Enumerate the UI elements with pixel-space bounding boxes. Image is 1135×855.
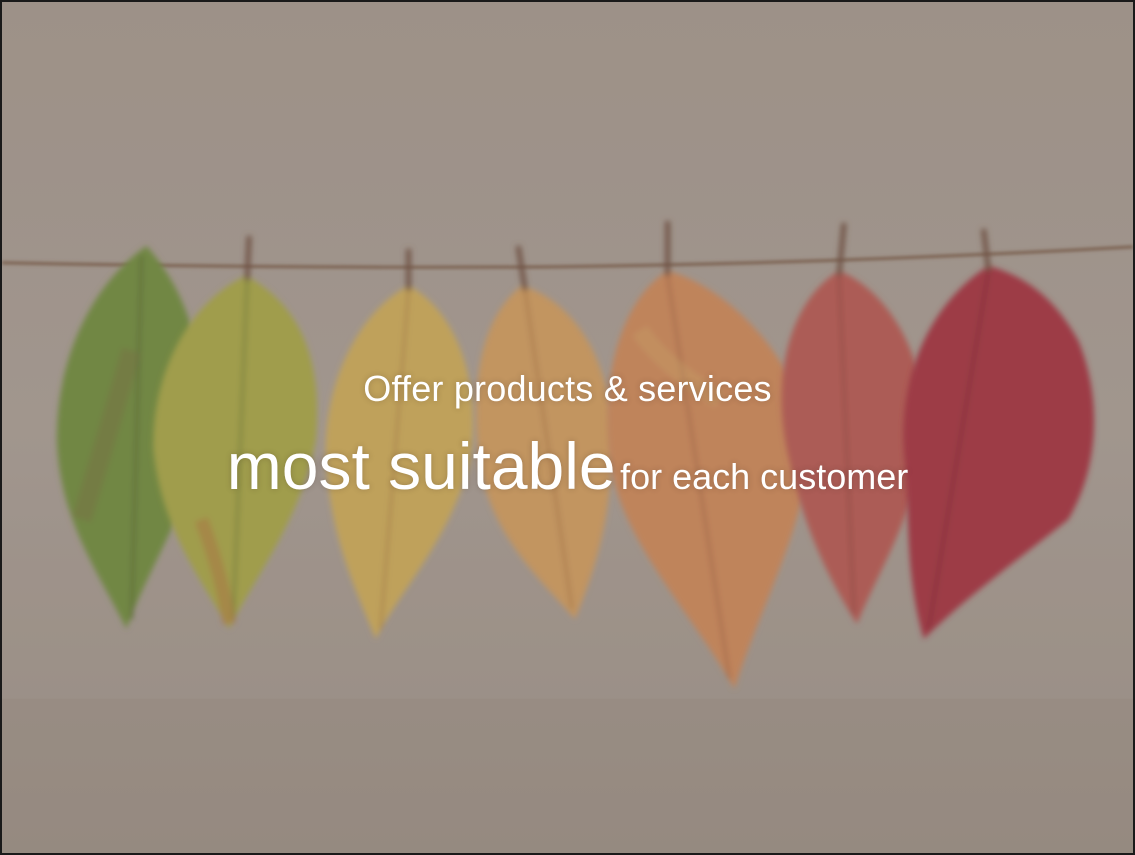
headline-line-1-text: Offer products & services — [363, 368, 772, 409]
headline-rest: for each customer — [620, 456, 909, 497]
headline-emphasis: most suitable — [226, 429, 616, 503]
headline-line-2: most suitable for each customer — [2, 426, 1133, 525]
wall-shadow-bottom — [2, 698, 1133, 853]
slide: Offer products & services most suitable … — [0, 0, 1135, 855]
headline-line-1: Offer products & services — [2, 364, 1133, 414]
